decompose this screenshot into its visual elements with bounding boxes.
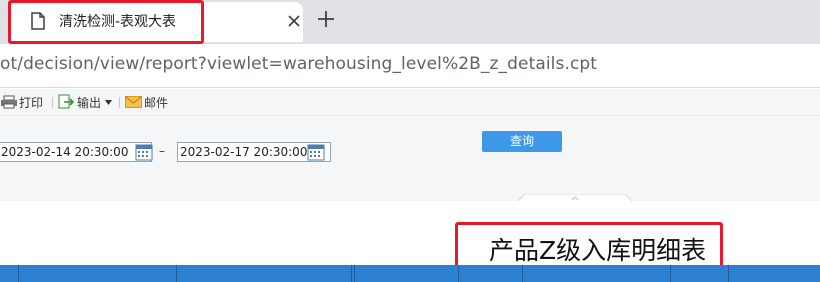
print-button[interactable]: 打印 bbox=[0, 94, 43, 110]
mail-button[interactable]: 邮件 bbox=[125, 94, 168, 110]
table-header-cell bbox=[176, 265, 351, 282]
print-label: 打印 bbox=[19, 95, 44, 110]
caret-down-icon bbox=[105, 99, 113, 105]
table-header-cell bbox=[728, 265, 820, 282]
calendar-icon[interactable] bbox=[135, 143, 153, 161]
address-bar[interactable]: ot/decision/view/report?viewlet=warehous… bbox=[0, 44, 820, 88]
printer-icon bbox=[1, 95, 17, 109]
title-highlight-annotation bbox=[455, 222, 723, 269]
start-date-input[interactable]: 2023-02-14 20:30:00 bbox=[0, 142, 152, 162]
url-text[interactable]: ot/decision/view/report?viewlet=warehous… bbox=[0, 54, 597, 74]
export-label: 输出 bbox=[77, 95, 102, 110]
table-header-cell bbox=[18, 265, 176, 282]
tab-highlight-annotation bbox=[8, 0, 204, 44]
mail-icon bbox=[125, 96, 142, 108]
table-header-cell bbox=[522, 265, 670, 282]
report-toolbar: 打印 输出 邮件 bbox=[0, 89, 820, 116]
mail-label: 邮件 bbox=[144, 95, 169, 110]
new-tab-icon[interactable] bbox=[316, 9, 336, 29]
export-button[interactable]: 输出 bbox=[58, 94, 113, 110]
table-header-cell bbox=[458, 265, 522, 282]
query-button[interactable]: 查询 bbox=[482, 131, 562, 152]
export-icon bbox=[58, 94, 74, 109]
toolbar-divider bbox=[119, 97, 120, 108]
browser-tab-strip: 清洗检测-表观大表 bbox=[0, 0, 820, 44]
table-header-cell bbox=[354, 265, 458, 282]
table-header-row bbox=[0, 265, 820, 282]
date-range-separator: – bbox=[159, 144, 165, 158]
close-tab-icon[interactable] bbox=[287, 14, 301, 28]
table-header-cell bbox=[0, 265, 18, 282]
report-area: 产品Z级入库明细表 bbox=[0, 201, 820, 282]
parameter-pane: 2023-02-14 20:30:00 – 2023-02-17 20:30:0… bbox=[0, 116, 820, 202]
calendar-icon[interactable] bbox=[307, 143, 325, 161]
table-header-cell bbox=[670, 265, 728, 282]
toolbar-divider bbox=[52, 97, 53, 108]
